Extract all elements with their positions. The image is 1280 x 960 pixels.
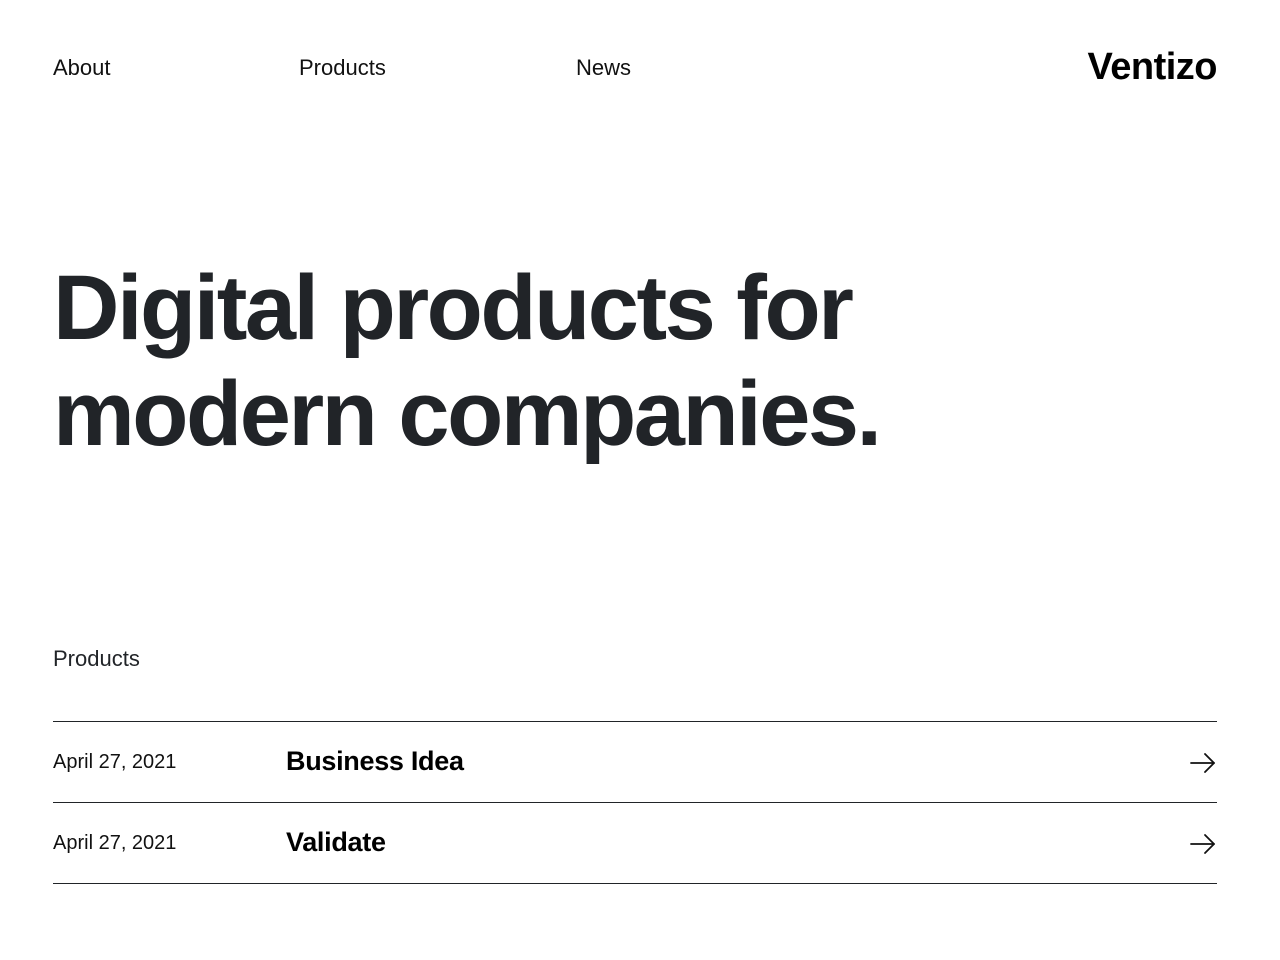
hero-heading-line-2: modern companies. — [53, 363, 882, 465]
product-title: Business Idea — [286, 746, 464, 776]
page: About Products News Ventizo Digital prod… — [0, 0, 1280, 960]
product-date: April 27, 2021 — [53, 751, 177, 773]
brand-logo[interactable]: Ventizo — [1087, 44, 1217, 90]
product-title: Validate — [286, 827, 386, 857]
products-section-label: Products — [53, 646, 140, 671]
nav-link-about[interactable]: About — [53, 54, 111, 82]
product-date: April 27, 2021 — [53, 832, 177, 854]
hero-heading: Digital products for modern companies. — [53, 255, 1053, 467]
product-list: April 27, 2021 Business Idea April 27, 2… — [53, 721, 1217, 884]
nav-link-news[interactable]: News — [576, 54, 631, 82]
product-row-validate[interactable]: April 27, 2021 Validate — [53, 803, 1217, 884]
nav-link-products[interactable]: Products — [299, 54, 386, 82]
product-row-business-idea[interactable]: April 27, 2021 Business Idea — [53, 722, 1217, 803]
top-navigation: About Products News Ventizo — [0, 0, 1280, 130]
arrow-right-icon[interactable] — [1189, 833, 1217, 855]
hero-heading-line-1: Digital products for — [53, 257, 854, 359]
arrow-right-icon[interactable] — [1189, 752, 1217, 774]
